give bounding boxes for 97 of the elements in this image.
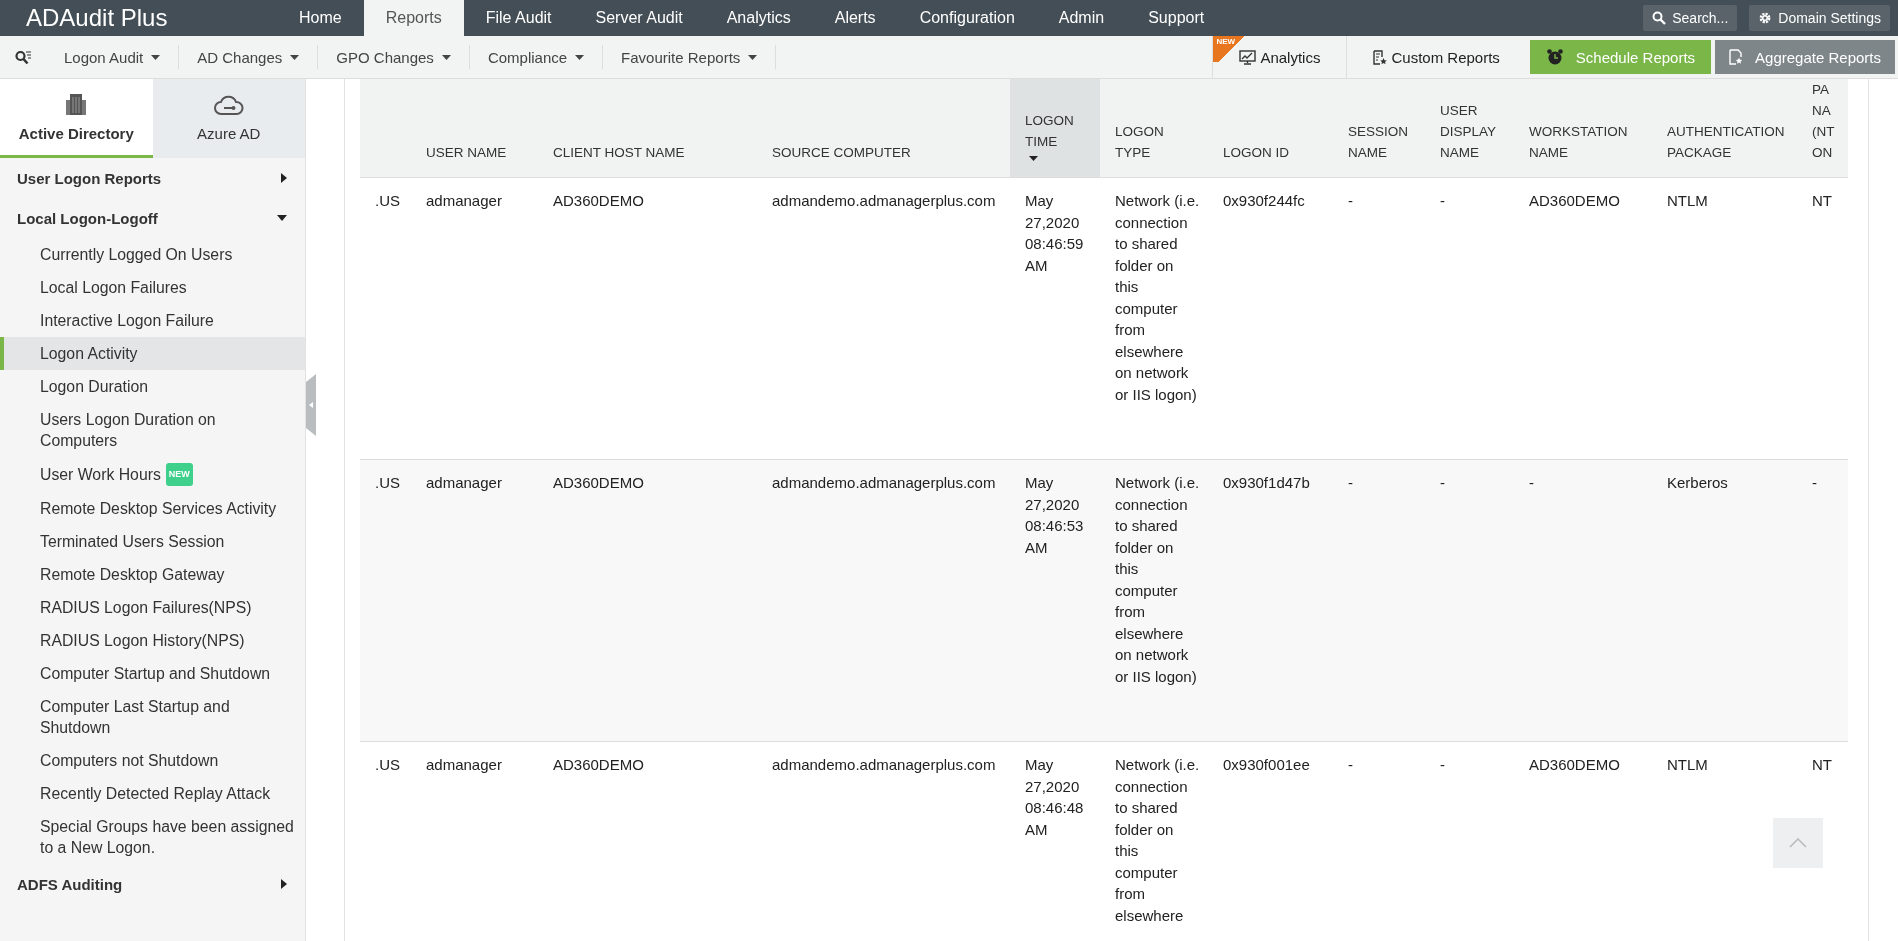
nav-tab[interactable]: Support xyxy=(1126,0,1227,36)
new-badge: NEW xyxy=(165,463,193,486)
nav-tab[interactable]: Reports xyxy=(363,0,464,36)
column-header[interactable]: USER NAME xyxy=(411,79,538,178)
column-header[interactable]: USER DISPLAY NAME xyxy=(1425,79,1514,178)
sidebar-item[interactable]: Interactive Logon Failure xyxy=(0,304,305,337)
nav-tab[interactable]: Alerts xyxy=(812,0,898,36)
table-cell: admanager xyxy=(411,742,538,941)
table-cell: - xyxy=(1425,742,1514,941)
report-group[interactable]: User Logon Reports xyxy=(0,158,305,198)
collapsed-caret-icon xyxy=(281,173,287,183)
table-cell: admanager xyxy=(411,460,538,742)
search-filter-icon[interactable] xyxy=(15,49,31,65)
sidebar-item[interactable]: Logon Duration xyxy=(0,370,305,403)
scroll-to-top-button[interactable] xyxy=(1773,818,1823,868)
alarm-clock-icon xyxy=(1545,48,1564,66)
toolbar-link[interactable]: Custom Reports xyxy=(1346,36,1526,78)
table-cell: .US xyxy=(360,460,411,742)
table-cell: admandemo.admanagerplus.com xyxy=(757,742,1010,941)
report-group[interactable]: Local Logon-Logoff xyxy=(0,198,305,238)
nav-tab[interactable]: Admin xyxy=(1036,0,1127,36)
column-header[interactable]: SOURCE COMPUTER xyxy=(757,79,1010,178)
nav-tab[interactable]: Configuration xyxy=(897,0,1037,36)
table-cell: May 27,2020 08:46:53 AM xyxy=(1010,460,1100,742)
sidebar-item[interactable]: Special Groups have been assigned to a New Logon. xyxy=(0,810,305,864)
table-cell: 0x930f1d47b xyxy=(1208,460,1333,742)
nav-tab[interactable]: Analytics xyxy=(704,0,813,36)
table-cell: - xyxy=(1333,460,1425,742)
column-header[interactable]: WORKSTATION NAME xyxy=(1514,79,1652,178)
settings-icon xyxy=(1758,11,1773,25)
report-menu[interactable]: GPO Changes xyxy=(318,45,470,69)
aggregate-reports-button[interactable]: Aggregate Reports xyxy=(1715,40,1895,74)
search-button[interactable]: Search... xyxy=(1643,5,1738,31)
table-cell: - xyxy=(1333,742,1425,941)
toolbar-link[interactable]: NEW Analytics xyxy=(1212,36,1347,78)
column-header[interactable]: LOGON ID xyxy=(1208,79,1333,178)
sort-desc-icon xyxy=(1029,156,1038,161)
report-star-icon xyxy=(1729,49,1744,65)
column-header[interactable]: AUTHENTICATION PACKAGE xyxy=(1652,79,1808,178)
report-menu[interactable]: Logon Audit xyxy=(46,45,180,69)
sidebar-item[interactable]: Logon Activity xyxy=(0,337,305,370)
chevron-up-icon xyxy=(1789,838,1807,848)
sidebar-item[interactable]: RADIUS Logon History(NPS) xyxy=(0,624,305,657)
column-header[interactable] xyxy=(360,79,411,178)
caret-icon xyxy=(575,54,585,60)
column-header[interactable]: SESSION NAME xyxy=(1333,79,1425,178)
search-icon xyxy=(1652,11,1667,25)
sidebar-item[interactable]: RADIUS Logon Failures(NPS) xyxy=(0,591,305,624)
caret-icon xyxy=(151,54,161,60)
caret-icon xyxy=(748,54,758,60)
sidebar-item[interactable]: Local Logon Failures xyxy=(0,271,305,304)
table-cell: .US xyxy=(360,742,411,941)
table-cell: admandemo.admanagerplus.com xyxy=(757,460,1010,742)
sidebar-item[interactable]: User Work Hours NEW xyxy=(0,457,305,492)
app-logo: ADAudit Plus xyxy=(25,3,169,33)
report-star-icon xyxy=(1373,49,1388,65)
settings-button[interactable]: Domain Settings xyxy=(1749,5,1890,31)
column-header[interactable]: LOGON TYPE xyxy=(1100,79,1208,178)
sidebar-item[interactable]: Computer Last Startup and Shutdown xyxy=(0,690,305,744)
sidebar-item[interactable]: Computer Startup and Shutdown xyxy=(0,657,305,690)
caret-icon xyxy=(290,54,300,60)
nav-tab[interactable]: Home xyxy=(277,0,364,36)
table-cell: Kerberos xyxy=(1652,460,1808,742)
report-menu[interactable]: AD Changes xyxy=(179,45,319,69)
nav-tab[interactable]: Server Audit xyxy=(573,0,705,36)
report-menu[interactable]: Favourite Reports xyxy=(603,45,777,69)
column-header[interactable]: PA NA (NT ON xyxy=(1808,79,1848,178)
table-cell: - xyxy=(1425,460,1514,742)
expanded-caret-icon xyxy=(277,215,287,221)
table-cell: AD360DEMO xyxy=(538,460,757,742)
sidebar-item[interactable]: Computers not Shutdown xyxy=(0,744,305,777)
sidebar-item[interactable]: Terminated Users Session xyxy=(0,525,305,558)
table-cell: AD360DEMO xyxy=(538,742,757,941)
monitor-chart-icon xyxy=(1239,49,1257,65)
table-cell: May 27,2020 08:46:48 AM xyxy=(1010,742,1100,941)
nav-tab[interactable]: File Audit xyxy=(463,0,574,36)
building-icon xyxy=(66,92,87,115)
table-cell: Network (i.e. connection to shared folder on this computer from elsewhere on network or IIS logon) xyxy=(1100,460,1208,742)
sidebar-item[interactable]: Currently Logged On Users xyxy=(0,238,305,271)
sidebar-tab[interactable]: Active Directory xyxy=(0,79,153,158)
sidebar-item[interactable]: Recently Detected Replay Attack xyxy=(0,777,305,810)
caret-icon xyxy=(441,54,451,60)
table-cell: - xyxy=(1808,460,1848,742)
sidebar-item[interactable]: Remote Desktop Services Activity xyxy=(0,492,305,525)
table-cell: Network (i.e. connection to shared folder on this computer from elsewhere xyxy=(1100,742,1208,941)
table-cell: 0x930f001ee xyxy=(1208,742,1333,941)
cloud-icon xyxy=(213,95,244,115)
sidebar-item[interactable]: Users Logon Duration on Computers xyxy=(0,403,305,457)
column-header[interactable]: CLIENT HOST NAME xyxy=(538,79,757,178)
report-group[interactable]: ADFS Auditing xyxy=(0,864,305,904)
report-menu[interactable]: Compliance xyxy=(469,45,604,69)
column-header[interactable]: LOGON TIME xyxy=(1010,79,1100,178)
collapsed-caret-icon xyxy=(281,879,287,889)
sidebar-item[interactable]: Remote Desktop Gateway xyxy=(0,558,305,591)
sidebar-tab[interactable]: Azure AD xyxy=(152,79,305,158)
table-cell: AD360DEMO xyxy=(1514,742,1652,941)
table-cell: - xyxy=(1514,460,1652,742)
